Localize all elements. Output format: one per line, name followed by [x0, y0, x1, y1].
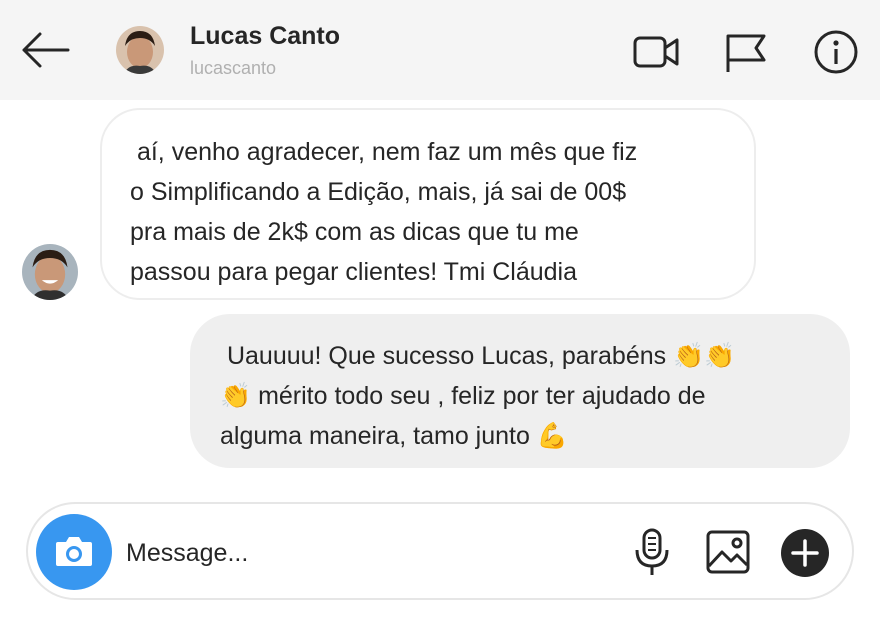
info-icon: [814, 30, 858, 74]
video-call-icon: [633, 36, 679, 68]
camera-icon: [56, 537, 92, 566]
message-composer: [26, 502, 854, 600]
chat-header: Lucas Canto lucascanto: [0, 0, 880, 100]
report-button[interactable]: [722, 28, 770, 76]
message-input[interactable]: [124, 530, 608, 576]
message-sender-avatar[interactable]: [22, 244, 78, 300]
voice-message-button[interactable]: [628, 526, 676, 578]
image-icon: [706, 530, 750, 574]
back-button[interactable]: [18, 28, 72, 72]
camera-button[interactable]: [36, 514, 112, 590]
contact-username: lucascanto: [190, 58, 277, 78]
info-button[interactable]: [812, 28, 860, 76]
microphone-icon: [635, 528, 669, 575]
flag-icon: [726, 34, 766, 72]
contact-avatar[interactable]: [116, 26, 164, 74]
plus-icon: [781, 529, 829, 577]
contact-name[interactable]: Lucas Canto: [190, 22, 340, 51]
more-options-button[interactable]: [780, 528, 830, 578]
video-call-button[interactable]: [632, 28, 680, 76]
outgoing-message-bubble[interactable]: Uauuuu! Que sucesso Lucas, parabéns 👏👏 👏…: [190, 314, 850, 468]
incoming-message-bubble[interactable]: aí, venho agradecer, nem faz um mês que …: [100, 108, 756, 300]
arrow-left-icon: [22, 32, 70, 68]
gallery-button[interactable]: [704, 526, 752, 578]
